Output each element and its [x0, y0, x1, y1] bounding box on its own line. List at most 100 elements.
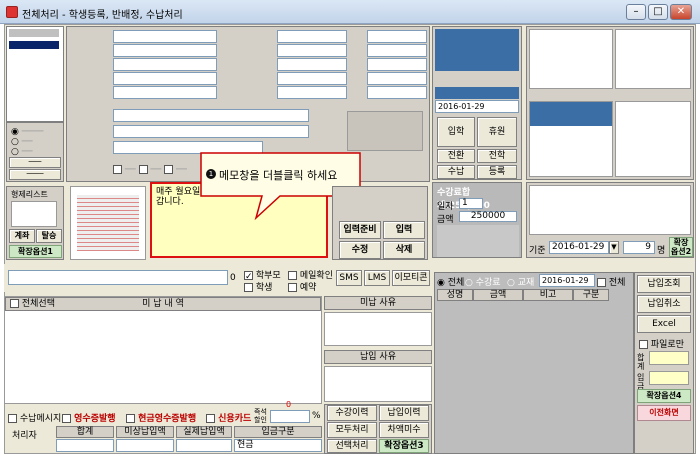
all-check[interactable]: 전체: [597, 275, 625, 288]
cancel-payment-button[interactable]: 납입취소: [637, 295, 691, 313]
select-process-button[interactable]: 선택처리: [327, 439, 377, 453]
email-field[interactable]: [113, 72, 217, 85]
emoticon-button[interactable]: 이모티콘: [392, 270, 430, 286]
tab-tuition[interactable]: ○ 수강료: [465, 275, 501, 288]
check-all[interactable]: 전체선택: [10, 298, 55, 310]
unpaid-table[interactable]: 전체선택 미 납 내 역: [4, 296, 322, 404]
unpaid-field[interactable]: [116, 439, 174, 452]
birth-field[interactable]: [113, 86, 217, 99]
field[interactable]: [367, 72, 427, 85]
leave-button[interactable]: 휴원: [477, 117, 517, 147]
count-field[interactable]: 1: [459, 198, 483, 209]
receipt-msg-check[interactable]: 수납메시지: [8, 411, 61, 424]
diff-pay-button[interactable]: 차액미수: [379, 422, 429, 438]
tab-book[interactable]: ○ 교재: [507, 275, 534, 288]
lookup-button[interactable]: 납입조회: [637, 275, 691, 293]
transfer-school-button[interactable]: 전학: [477, 149, 517, 163]
teacher-list2[interactable]: [615, 101, 691, 177]
amount-field[interactable]: 250000: [459, 211, 517, 222]
list-item[interactable]: [9, 29, 59, 37]
field[interactable]: [277, 44, 347, 57]
admit-button[interactable]: 입학: [437, 117, 475, 147]
radio[interactable]: ○ ──: [11, 137, 33, 147]
file-only-check[interactable]: 파일로만: [639, 337, 684, 350]
total-field[interactable]: [56, 439, 114, 452]
address-field[interactable]: [113, 109, 309, 122]
discount-field[interactable]: [270, 410, 310, 423]
close-button[interactable]: ✕: [670, 4, 692, 20]
address-detail-field[interactable]: [113, 125, 309, 138]
phone-field[interactable]: [113, 44, 217, 57]
cash-issue-check[interactable]: 영수증발행: [62, 411, 116, 424]
attend-history-button[interactable]: 수강이력: [327, 405, 377, 421]
calc-button[interactable]: 계좌: [9, 229, 35, 243]
sum-field[interactable]: [649, 351, 689, 365]
field[interactable]: [367, 30, 427, 43]
filter-button[interactable]: ───: [9, 157, 61, 168]
minimize-button[interactable]: –: [626, 4, 646, 20]
period-date[interactable]: 2016-01-29: [549, 241, 609, 254]
actual-field[interactable]: [176, 439, 232, 452]
class-detail-list[interactable]: [529, 29, 613, 89]
paid-reason-field[interactable]: [324, 366, 432, 402]
sms-button[interactable]: SMS: [336, 270, 362, 286]
class-list2[interactable]: [529, 101, 613, 177]
lms-button[interactable]: LMS: [364, 270, 390, 286]
payment-button[interactable]: 수납: [437, 165, 475, 179]
field[interactable]: [277, 72, 347, 85]
register-prepare-button[interactable]: 입력준비: [339, 221, 381, 239]
field[interactable]: [277, 58, 347, 71]
ext-option1-button[interactable]: 확장옵션1: [9, 245, 62, 258]
teacher-list[interactable]: [615, 29, 691, 89]
delete-button[interactable]: 삭제: [383, 241, 425, 259]
radio[interactable]: ○ ──: [11, 147, 33, 157]
reserve-check[interactable]: 예약: [288, 280, 316, 293]
cash-receipt-check[interactable]: 현금영수증발행: [126, 411, 196, 424]
field[interactable]: [367, 86, 427, 99]
list-item[interactable]: [530, 102, 612, 126]
period-list[interactable]: [529, 185, 691, 235]
student-check[interactable]: 학생: [244, 280, 272, 293]
input-button[interactable]: 입력: [383, 221, 425, 239]
sibling-list[interactable]: [11, 201, 57, 227]
payment-history-button[interactable]: 납입이력: [379, 405, 429, 421]
name-field[interactable]: [113, 30, 217, 43]
prev-screen-button[interactable]: 이전화면: [637, 405, 691, 421]
ext-option3-button[interactable]: 확장옵션3: [379, 439, 429, 453]
tab-all[interactable]: ◉ 전체: [437, 275, 464, 288]
field[interactable]: [277, 30, 347, 43]
excel-button[interactable]: Excel: [637, 315, 691, 333]
field[interactable]: [277, 86, 347, 99]
field[interactable]: [367, 58, 427, 71]
filter-button[interactable]: ────: [9, 169, 61, 180]
amount-label: 금액: [437, 215, 454, 225]
student-list[interactable]: [6, 26, 64, 122]
edit-button[interactable]: 수정: [339, 241, 381, 259]
all-process-button[interactable]: 모두처리: [327, 422, 377, 438]
tuition-list[interactable]: [437, 225, 519, 257]
photo-box[interactable]: [347, 111, 423, 151]
ext-option4-button[interactable]: 확장옵션4: [637, 389, 691, 403]
withdraw-button[interactable]: 탈승: [36, 229, 62, 243]
field[interactable]: [367, 44, 427, 57]
radio[interactable]: ◉ ────: [11, 127, 43, 137]
list-date[interactable]: 2016-01-29: [539, 274, 595, 287]
register-button[interactable]: 등록: [477, 165, 517, 179]
maximize-button[interactable]: □: [648, 4, 668, 20]
sibling-list-label[interactable]: 형제리스트: [11, 189, 48, 200]
credit-card-check[interactable]: 신용카드: [206, 411, 251, 424]
school-field[interactable]: [113, 58, 217, 71]
paytype-select[interactable]: 현금: [234, 439, 322, 452]
class-list[interactable]: [435, 41, 519, 71]
ext-option2-button[interactable]: 확장옵션2: [669, 237, 693, 257]
period-number[interactable]: 9: [623, 241, 655, 254]
list-item[interactable]: [9, 41, 59, 49]
class-date[interactable]: 2016-01-29: [435, 100, 519, 113]
transfer-button[interactable]: 전환: [437, 149, 475, 163]
receipt-thumbnail[interactable]: [70, 186, 146, 260]
deposit-field[interactable]: [649, 371, 689, 385]
unpaid-reason-field[interactable]: [324, 312, 432, 346]
period-dropdown-button[interactable]: ▼: [609, 241, 619, 254]
check-row[interactable]: ── ── ──: [113, 165, 187, 175]
sms-field[interactable]: [8, 270, 228, 285]
